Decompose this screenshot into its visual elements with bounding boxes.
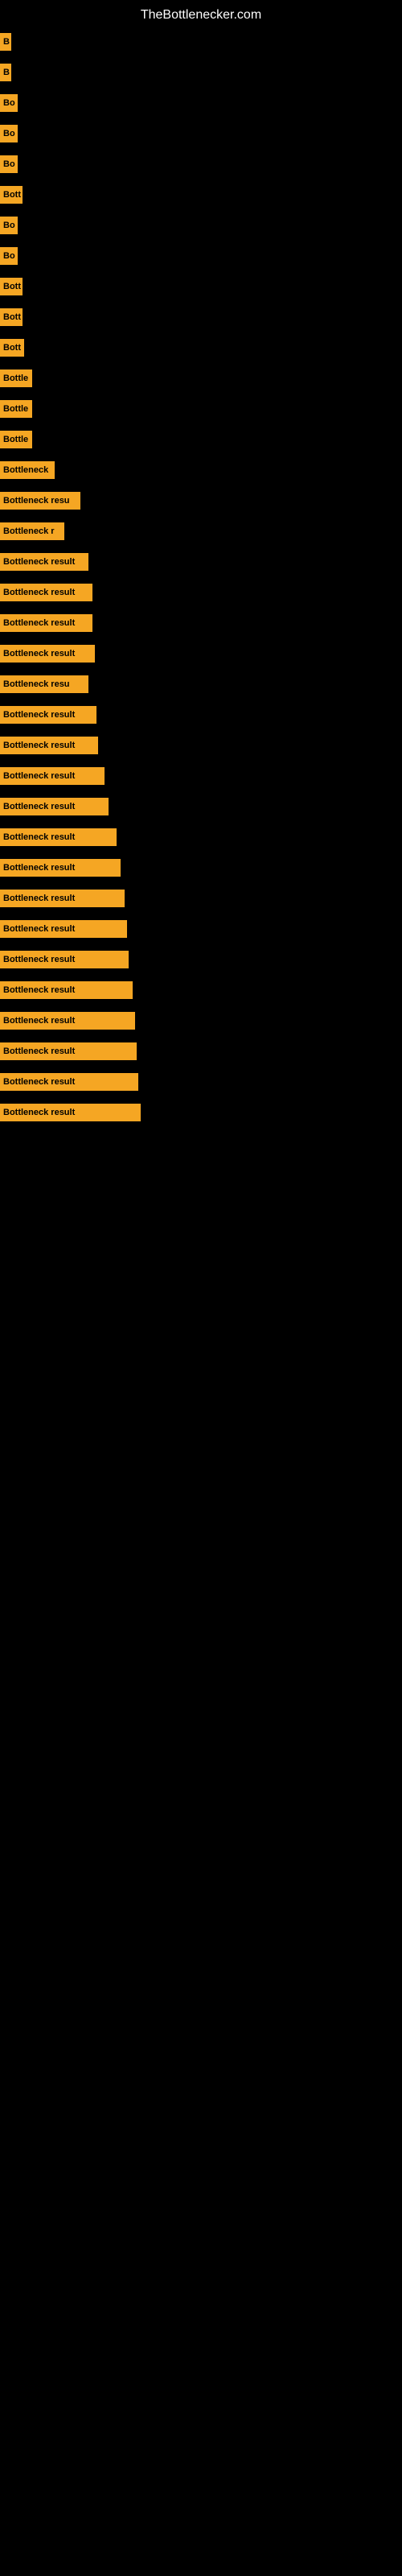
bar-row-16: Bottleneck resu xyxy=(0,485,402,516)
bar-label-11: Bott xyxy=(0,339,24,357)
bar-label-26: Bottleneck result xyxy=(0,798,109,815)
bars-container: BB Bo Bo Bo Bott Bo Bo Bott Bott Bott Bottle Bottle… xyxy=(0,27,402,1128)
bar-row-28: Bottleneck result xyxy=(0,852,402,883)
bar-label-24: Bottleneck result xyxy=(0,737,98,754)
bar-label-20: Bottleneck result xyxy=(0,614,92,632)
bar-row-5: Bo xyxy=(0,149,402,180)
bar-row-35: Bottleneck result xyxy=(0,1067,402,1097)
bar-label-30: Bottleneck result xyxy=(0,920,127,938)
bar-label-27: Bottleneck result xyxy=(0,828,117,846)
bar-label-13: Bottle xyxy=(0,400,32,418)
bar-label-29: Bottleneck result xyxy=(0,890,125,907)
bar-label-32: Bottleneck result xyxy=(0,981,133,999)
bar-label-5: Bo xyxy=(0,155,18,173)
bar-label-34: Bottleneck result xyxy=(0,1042,137,1060)
bar-label-14: Bottle xyxy=(0,431,32,448)
bar-label-10: Bott xyxy=(0,308,23,326)
bar-label-19: Bottleneck result xyxy=(0,584,92,601)
bar-row-25: Bottleneck result xyxy=(0,761,402,791)
bar-row-4: Bo xyxy=(0,118,402,149)
bar-row-15: Bottleneck xyxy=(0,455,402,485)
bar-row-31: Bottleneck result xyxy=(0,944,402,975)
bar-row-13: Bottle xyxy=(0,394,402,424)
bar-row-33: Bottleneck result xyxy=(0,1005,402,1036)
bar-label-8: Bo xyxy=(0,247,18,265)
bar-label-17: Bottleneck r xyxy=(0,522,64,540)
bar-row-30: Bottleneck result xyxy=(0,914,402,944)
bar-label-25: Bottleneck result xyxy=(0,767,105,785)
bar-row-23: Bottleneck result xyxy=(0,700,402,730)
bar-row-10: Bott xyxy=(0,302,402,332)
bar-label-16: Bottleneck resu xyxy=(0,492,80,510)
bar-row-19: Bottleneck result xyxy=(0,577,402,608)
bar-row-20: Bottleneck result xyxy=(0,608,402,638)
bar-row-18: Bottleneck result xyxy=(0,547,402,577)
bar-label-21: Bottleneck result xyxy=(0,645,95,663)
bar-row-1: B xyxy=(0,27,402,57)
bar-row-14: Bottle xyxy=(0,424,402,455)
bar-label-9: Bott xyxy=(0,278,23,295)
bar-row-32: Bottleneck result xyxy=(0,975,402,1005)
bar-label-22: Bottleneck resu xyxy=(0,675,88,693)
bar-label-31: Bottleneck result xyxy=(0,951,129,968)
bar-label-2: B xyxy=(0,64,11,81)
bar-row-22: Bottleneck resu xyxy=(0,669,402,700)
bar-label-6: Bott xyxy=(0,186,23,204)
bar-row-29: Bottleneck result xyxy=(0,883,402,914)
bar-label-4: Bo xyxy=(0,125,18,142)
bar-row-36: Bottleneck result xyxy=(0,1097,402,1128)
site-title: TheBottlenecker.com xyxy=(0,0,402,27)
bar-row-8: Bo xyxy=(0,241,402,271)
bar-row-12: Bottle xyxy=(0,363,402,394)
bar-label-23: Bottleneck result xyxy=(0,706,96,724)
bar-row-7: Bo xyxy=(0,210,402,241)
bar-label-33: Bottleneck result xyxy=(0,1012,135,1030)
bar-label-28: Bottleneck result xyxy=(0,859,121,877)
bar-label-7: Bo xyxy=(0,217,18,234)
bar-row-3: Bo xyxy=(0,88,402,118)
bar-row-34: Bottleneck result xyxy=(0,1036,402,1067)
bar-label-12: Bottle xyxy=(0,369,32,387)
bar-label-15: Bottleneck xyxy=(0,461,55,479)
bar-label-36: Bottleneck result xyxy=(0,1104,141,1121)
bar-label-1: B xyxy=(0,33,11,51)
bar-row-11: Bott xyxy=(0,332,402,363)
bar-row-2: B xyxy=(0,57,402,88)
bar-row-26: Bottleneck result xyxy=(0,791,402,822)
bar-row-6: Bott xyxy=(0,180,402,210)
bar-row-17: Bottleneck r xyxy=(0,516,402,547)
bar-label-3: Bo xyxy=(0,94,18,112)
bar-row-24: Bottleneck result xyxy=(0,730,402,761)
bar-row-21: Bottleneck result xyxy=(0,638,402,669)
bar-label-35: Bottleneck result xyxy=(0,1073,138,1091)
bar-label-18: Bottleneck result xyxy=(0,553,88,571)
bar-row-9: Bott xyxy=(0,271,402,302)
bar-row-27: Bottleneck result xyxy=(0,822,402,852)
